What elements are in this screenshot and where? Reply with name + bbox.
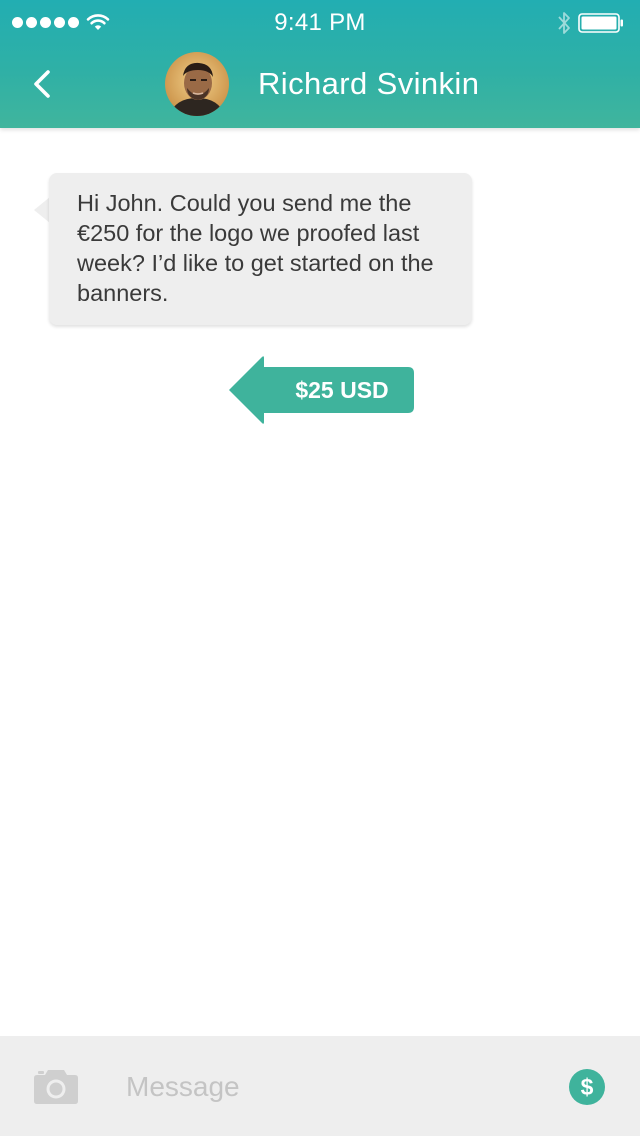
camera-icon (34, 1070, 78, 1104)
bluetooth-icon (558, 12, 570, 34)
dollar-icon: $ (580, 1074, 594, 1100)
back-button[interactable] (22, 64, 62, 104)
send-money-button[interactable]: $ (569, 1069, 605, 1105)
message-text: Hi John. Could you send me the €250 for … (77, 190, 434, 306)
bubble-tail (34, 197, 50, 223)
status-bar: 9:41 PM (0, 0, 640, 44)
status-time: 9:41 PM (274, 9, 366, 36)
payment-message[interactable]: $25 USD (226, 353, 416, 427)
message-input[interactable] (120, 1064, 532, 1110)
avatar[interactable] (165, 52, 229, 116)
battery-icon (578, 13, 623, 33)
contact-photo (165, 52, 229, 116)
message-input-bar: $ (0, 1036, 640, 1136)
app-header: 9:41 PM Richard Svinkin (0, 0, 640, 128)
payment-amount: $25 USD (295, 377, 389, 403)
incoming-message-bubble[interactable]: Hi John. Could you send me the €250 for … (49, 173, 472, 325)
camera-button[interactable] (32, 1066, 80, 1106)
chevron-left-icon (34, 70, 50, 98)
contact-name[interactable]: Richard Svinkin (258, 66, 479, 102)
